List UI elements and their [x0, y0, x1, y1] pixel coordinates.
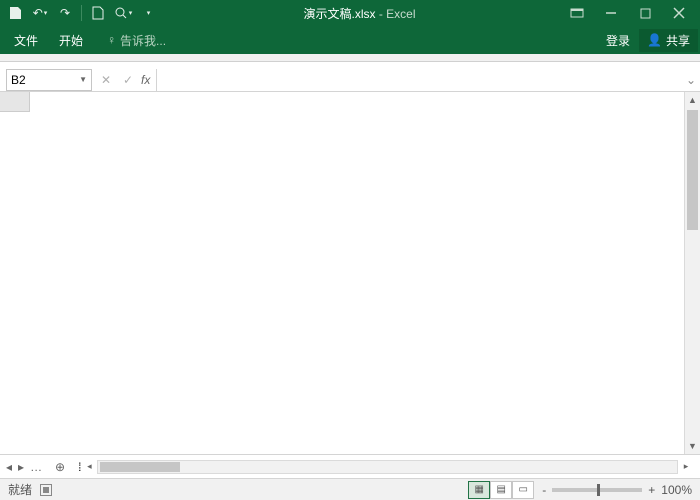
formula-bar[interactable] — [156, 69, 682, 91]
sheet-tab-bar: ◂▸… ⊕ ⁞◂▸ — [0, 454, 700, 478]
spreadsheet-grid: ▲ ▼ — [0, 92, 700, 454]
login-link[interactable]: 登录 — [597, 26, 639, 54]
titlebar: ↶▾ ↷ ▾ ▾ 演示文稿.xlsx - Excel — [0, 0, 700, 26]
ribbon-body-collapsed — [0, 54, 700, 62]
tab-file[interactable]: 文件 — [2, 26, 50, 54]
person-icon: 👤 — [647, 33, 662, 47]
zoom-slider[interactable] — [552, 488, 642, 492]
accept-formula-icon[interactable]: ✓ — [117, 69, 139, 91]
window-title: 演示文稿.xlsx - Excel — [159, 5, 560, 22]
fx-icon[interactable]: fx — [141, 73, 150, 87]
horizontal-scrollbar[interactable]: ⁞◂▸ — [78, 460, 694, 474]
view-switcher: ▦ ▤ ▭ — [468, 481, 534, 499]
maximize-icon[interactable] — [628, 0, 662, 26]
new-icon[interactable] — [87, 2, 109, 24]
save-icon[interactable] — [4, 2, 26, 24]
page-layout-view-button[interactable]: ▤ — [490, 481, 512, 499]
zoom-control: - + 100% — [542, 483, 692, 497]
lightbulb-icon: ♀ — [107, 33, 116, 47]
close-icon[interactable] — [662, 0, 696, 26]
sheet-nav[interactable]: ◂▸… — [0, 460, 48, 474]
status-bar: 就绪 ▦ ▤ ▭ - + 100% — [0, 478, 700, 500]
zoom-level[interactable]: 100% — [661, 483, 692, 497]
expand-formula-bar-icon[interactable]: ⌄ — [682, 73, 700, 87]
quick-access-toolbar: ↶▾ ↷ ▾ ▾ — [4, 2, 159, 24]
cancel-formula-icon[interactable]: ✕ — [95, 69, 117, 91]
ribbon-options-icon[interactable] — [560, 0, 594, 26]
redo-icon[interactable]: ↷ — [54, 2, 76, 24]
zoom-in-button[interactable]: + — [648, 483, 655, 497]
print-preview-icon[interactable]: ▾ — [112, 2, 134, 24]
tab-开始[interactable]: 开始 — [50, 26, 92, 54]
zoom-out-button[interactable]: - — [542, 483, 546, 497]
status-ready: 就绪 — [8, 481, 32, 498]
macro-record-icon[interactable] — [40, 484, 52, 496]
qat-customize-icon[interactable]: ▾ — [137, 2, 159, 24]
add-sheet-button[interactable]: ⊕ — [48, 460, 72, 474]
minimize-icon[interactable] — [594, 0, 628, 26]
formula-bar-row: B2▼ ✕ ✓ fx ⌄ — [0, 68, 700, 92]
vertical-scrollbar[interactable]: ▲ ▼ — [684, 92, 700, 454]
name-box[interactable]: B2▼ — [6, 69, 92, 91]
undo-icon[interactable]: ↶▾ — [29, 2, 51, 24]
page-break-view-button[interactable]: ▭ — [512, 481, 534, 499]
share-button[interactable]: 👤共享 — [639, 29, 698, 52]
tell-me[interactable]: ♀告诉我... — [98, 26, 175, 54]
select-all-corner[interactable] — [0, 92, 30, 112]
normal-view-button[interactable]: ▦ — [468, 481, 490, 499]
ribbon-tabs: 文件 开始 ♀告诉我... 登录 👤共享 — [0, 26, 700, 54]
